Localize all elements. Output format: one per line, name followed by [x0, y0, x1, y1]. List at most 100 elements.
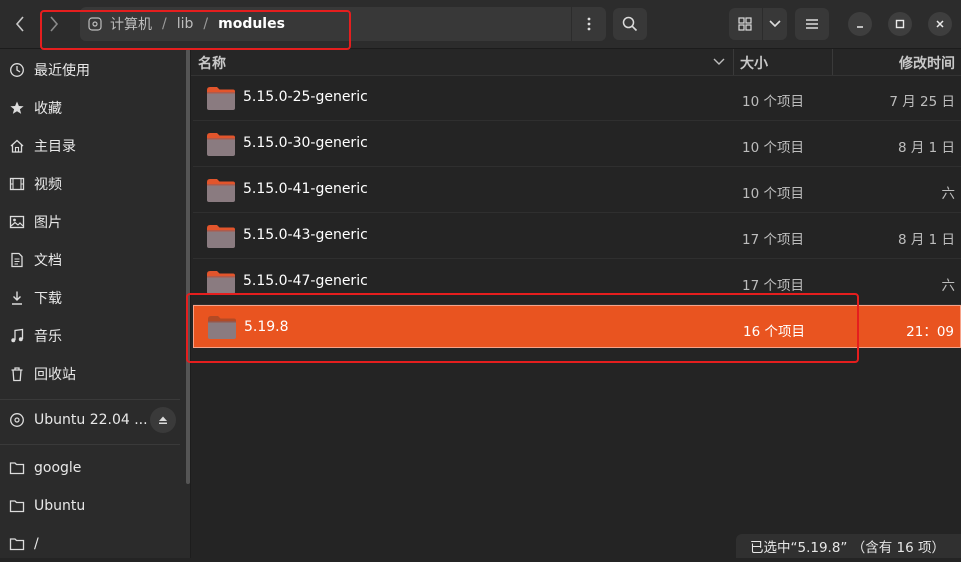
chevron-right-icon	[50, 16, 59, 32]
sidebar-item-label: 回收站	[34, 367, 76, 383]
search-icon	[622, 16, 638, 32]
sort-chevron-down-icon[interactable]	[713, 58, 725, 66]
view-mode-button[interactable]	[729, 8, 787, 40]
close-button[interactable]	[928, 12, 952, 36]
breadcrumb-computer[interactable]: 计算机	[110, 14, 152, 34]
more-vertical-icon	[587, 17, 591, 31]
column-divider	[733, 49, 734, 75]
trash-icon	[11, 367, 23, 382]
file-size: 17 个项目	[742, 278, 804, 294]
sidebar-item-trash[interactable]: 回收站	[0, 356, 180, 392]
file-row[interactable]: 5.15.0-41-generic 10 个项目 六	[193, 168, 961, 213]
column-header: 名称 大小 修改时间	[191, 49, 961, 76]
breadcrumb-separator: /	[203, 16, 209, 32]
sidebar-item-downloads[interactable]: 下载	[0, 280, 180, 316]
disc-icon	[10, 413, 24, 427]
video-icon	[9, 177, 25, 191]
search-button[interactable]	[613, 8, 647, 40]
folder-icon	[207, 133, 235, 156]
eject-button[interactable]	[150, 407, 176, 433]
folder-icon	[207, 179, 235, 202]
sidebar-item-label: 主目录	[34, 139, 76, 155]
grid-view-icon	[738, 17, 752, 31]
forward-button[interactable]	[38, 8, 70, 40]
sidebar-separator	[0, 444, 180, 445]
sidebar-separator	[0, 399, 180, 400]
sidebar-item-bookmark-root[interactable]: /	[0, 526, 180, 562]
file-row-selected[interactable]: 5.19.8 16 个项目 21：09	[193, 305, 961, 348]
column-name[interactable]: 名称	[198, 53, 226, 73]
file-modified: 7 月 25 日	[889, 94, 955, 110]
breadcrumb-separator: /	[162, 16, 167, 32]
maximize-button[interactable]	[888, 12, 912, 36]
folder-icon	[208, 316, 236, 339]
file-row[interactable]: 5.15.0-25-generic 10 个项目 7 月 25 日	[193, 76, 961, 121]
file-size: 10 个项目	[742, 186, 804, 202]
file-size: 10 个项目	[742, 94, 804, 110]
maximize-icon	[895, 19, 905, 29]
file-name: 5.15.0-25-generic	[243, 89, 368, 105]
sidebar-item-videos[interactable]: 视频	[0, 166, 180, 202]
sidebar-item-label: google	[34, 460, 82, 476]
sidebar-item-label: Ubuntu 22.04 ...	[34, 412, 148, 428]
sidebar-item-bookmark-ubuntu[interactable]: Ubuntu	[0, 488, 180, 524]
file-name: 5.15.0-43-generic	[243, 227, 368, 243]
file-row[interactable]: 5.15.0-47-generic 17 个项目 六	[193, 260, 961, 305]
sidebar-item-pictures[interactable]: 图片	[0, 204, 180, 240]
sidebar-item-label: 最近使用	[34, 63, 90, 79]
header-bar: 计算机 / lib / modules	[0, 0, 961, 49]
folder-icon	[207, 225, 235, 248]
file-modified: 21：09	[906, 324, 954, 340]
file-row[interactable]: 5.15.0-43-generic 17 个项目 8 月 1 日	[193, 214, 961, 259]
folder-icon	[9, 500, 25, 513]
sidebar-item-recent[interactable]: 最近使用	[0, 52, 180, 88]
sidebar-item-label: 图片	[34, 215, 62, 231]
folder-icon	[207, 87, 235, 110]
sidebar-item-music[interactable]: 音乐	[0, 318, 180, 354]
breadcrumb-lib[interactable]: lib	[177, 16, 194, 32]
sidebar-item-bookmark-google[interactable]: google	[0, 450, 180, 486]
column-size[interactable]: 大小	[740, 53, 768, 73]
file-name: 5.19.8	[244, 319, 289, 335]
file-row[interactable]: 5.15.0-30-generic 10 个项目 8 月 1 日	[193, 122, 961, 167]
breadcrumb-modules[interactable]: modules	[218, 16, 285, 32]
home-icon	[10, 139, 24, 153]
main-menu-button[interactable]	[795, 8, 829, 40]
sidebar-scrollbar[interactable]	[186, 49, 190, 484]
file-modified: 8 月 1 日	[897, 232, 955, 248]
hamburger-menu-icon	[806, 19, 818, 29]
eject-icon	[159, 416, 167, 424]
sidebar-item-label: /	[34, 536, 39, 552]
column-modified[interactable]: 修改时间	[899, 53, 955, 73]
folder-icon	[9, 462, 25, 475]
path-menu-button[interactable]	[571, 7, 606, 41]
sidebar-item-documents[interactable]: 文档	[0, 242, 180, 278]
clock-icon	[10, 63, 24, 77]
sidebar-item-home[interactable]: 主目录	[0, 128, 180, 164]
folder-icon	[9, 538, 25, 551]
minimize-icon	[857, 26, 863, 28]
file-name: 5.15.0-30-generic	[243, 135, 368, 151]
sidebar: 最近使用 收藏 主目录 视频 图片 文档 下载 音乐 回收站 Ubuntu 22…	[0, 49, 191, 558]
music-icon	[11, 328, 24, 343]
file-size: 17 个项目	[742, 232, 804, 248]
sidebar-item-label: 收藏	[34, 101, 62, 117]
document-icon	[11, 252, 23, 268]
sidebar-item-label: 视频	[34, 177, 62, 193]
sidebar-item-label: 下载	[34, 291, 62, 307]
back-button[interactable]	[4, 8, 36, 40]
chevron-down-icon[interactable]	[769, 20, 781, 28]
file-size: 10 个项目	[742, 140, 804, 156]
selection-status: 已选中“5.19.8” （含有 16 项）	[736, 534, 961, 558]
file-modified: 六	[941, 186, 956, 202]
path-bar[interactable]: 计算机 / lib / modules	[80, 7, 606, 41]
sidebar-item-starred[interactable]: 收藏	[0, 90, 180, 126]
chevron-left-icon	[15, 16, 24, 32]
minimize-button[interactable]	[848, 12, 872, 36]
file-name: 5.15.0-47-generic	[243, 273, 368, 289]
close-icon	[936, 20, 944, 28]
file-modified: 8 月 1 日	[897, 140, 955, 156]
sidebar-item-label: 音乐	[34, 329, 62, 345]
file-size: 16 个项目	[743, 324, 805, 340]
file-modified: 六	[941, 278, 956, 294]
